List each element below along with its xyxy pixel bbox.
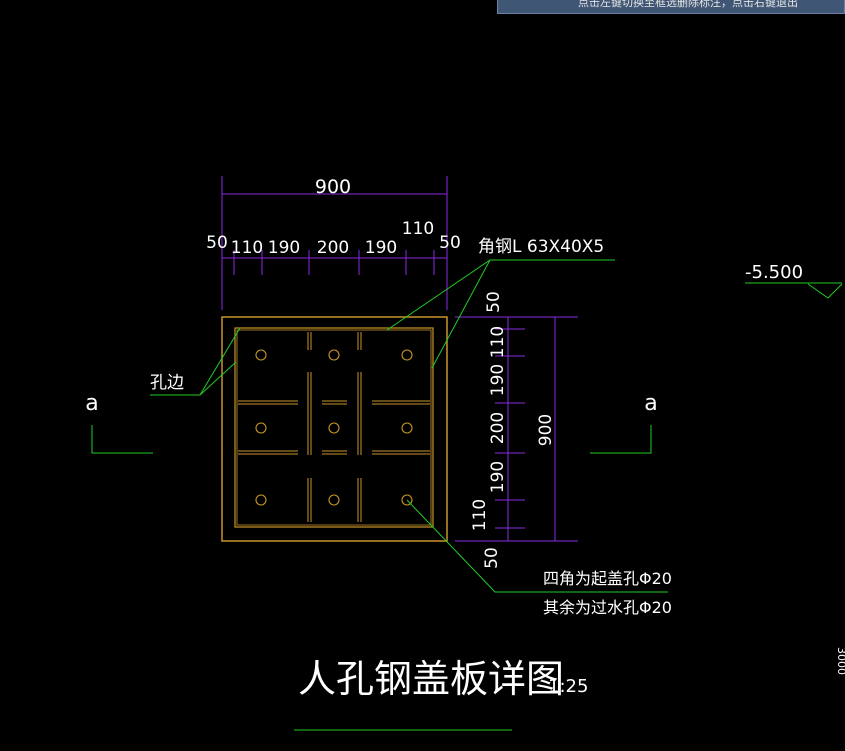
top-dim-110: 110 xyxy=(231,238,263,258)
drain-hole xyxy=(328,349,340,361)
holes xyxy=(255,349,413,506)
top-dim-190b: 190 xyxy=(365,238,397,258)
drawing-title: 人孔钢盖板详图 xyxy=(298,657,564,701)
top-dim-190: 190 xyxy=(268,238,300,258)
elevation-triangle xyxy=(807,283,843,299)
top-dim-200: 200 xyxy=(317,238,349,258)
angle-steel-label: 角钢L 63X40X5 xyxy=(478,237,604,257)
right-total-dim: 900 xyxy=(536,414,556,446)
section-label-left: a xyxy=(85,391,98,416)
drain-hole xyxy=(328,494,340,506)
edge-text: 3000 xyxy=(835,647,845,675)
right-dim-190-top: 190 xyxy=(488,364,508,396)
drain-hole xyxy=(255,422,267,434)
note-lift-holes: 四角为起盖孔Φ20 xyxy=(543,569,672,588)
hole-edge-label: 孔边 xyxy=(150,373,184,393)
drain-hole xyxy=(328,422,340,434)
top-dim-110b: 110 xyxy=(402,219,434,239)
right-dim-200: 200 xyxy=(488,412,508,444)
note-drain-holes: 其余为过水孔Φ20 xyxy=(543,598,672,617)
lift-hole-top-right xyxy=(401,349,413,361)
section-label-right: a xyxy=(644,391,657,416)
elevation-label: -5.500 xyxy=(745,262,803,283)
section-mark-left xyxy=(91,425,153,454)
right-dim-110-top: 110 xyxy=(488,326,508,358)
top-dim-right-50: 50 xyxy=(439,233,461,253)
lift-hole-bottom-left xyxy=(255,494,267,506)
cad-drawing[interactable]: 900 50 110 190 200 190 110 50 50 110 190… xyxy=(0,0,845,751)
top-dim-left-50: 50 xyxy=(206,233,228,253)
drain-hole xyxy=(401,422,413,434)
right-dim-190-bottom: 190 xyxy=(488,461,508,493)
drawing-scale: 1:25 xyxy=(548,676,588,697)
lift-hole-top-left xyxy=(255,349,267,361)
right-dim-50-top: 50 xyxy=(484,291,504,313)
right-dim-110-bottom: 110 xyxy=(470,499,490,531)
right-dim-50-bottom: 50 xyxy=(482,547,502,569)
top-total-dim: 900 xyxy=(315,176,351,198)
section-mark-right xyxy=(590,425,652,454)
texts: 900 50 110 190 200 190 110 50 50 110 190… xyxy=(85,176,845,701)
cover-plate xyxy=(221,316,448,542)
